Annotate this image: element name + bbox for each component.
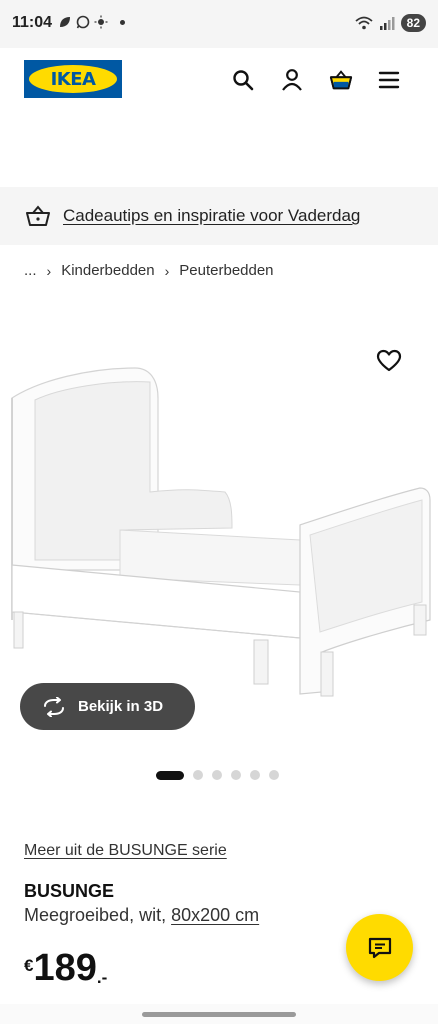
more-notifications-dot — [120, 19, 125, 25]
price-decimals: .- — [96, 968, 108, 987]
home-gesture-bar[interactable] — [142, 1012, 296, 1017]
carousel-dot[interactable] — [269, 770, 279, 780]
product-price: € 189 .- — [24, 948, 107, 988]
status-time: 11:04 — [12, 14, 53, 31]
series-link[interactable]: Meer uit de BUSUNGE serie — [24, 842, 227, 860]
promo-link[interactable]: Cadeautips en inspiratie voor Vaderdag — [63, 206, 360, 226]
site-header: IKEA — [0, 48, 438, 110]
chat-button[interactable] — [346, 914, 413, 981]
cart-icon[interactable] — [329, 68, 353, 92]
menu-icon[interactable] — [377, 68, 401, 92]
breadcrumb-item-peuterbedden[interactable]: Peuterbedden — [179, 262, 273, 279]
view-in-3d-label: Bekijk in 3D — [78, 698, 164, 715]
wifi-icon — [355, 16, 373, 30]
signal-icon — [379, 17, 395, 30]
promo-banner[interactable]: Cadeautips en inspiratie voor Vaderdag — [0, 187, 438, 245]
status-bar: 11:04 82 — [0, 0, 438, 48]
leaf-icon — [60, 17, 70, 27]
chevron-right-icon: › — [46, 262, 52, 279]
account-icon[interactable] — [280, 68, 304, 92]
carousel-dot[interactable] — [250, 770, 260, 780]
product-description-text: Meegroeibed, wit, — [24, 905, 172, 925]
price-amount: 189 — [33, 947, 97, 989]
chat-icon — [368, 937, 391, 958]
carousel-indicator — [156, 770, 279, 780]
product-description: Meegroeibed, wit, 80x200 cm — [24, 905, 259, 926]
product-name: BUSUNGE — [24, 881, 115, 901]
favorite-heart-icon[interactable] — [376, 348, 402, 374]
view-in-3d-button[interactable]: Bekijk in 3D — [20, 683, 195, 730]
search-icon[interactable] — [231, 68, 255, 92]
carousel-dot[interactable] — [212, 770, 222, 780]
carousel-dot[interactable] — [231, 770, 241, 780]
basket-icon — [26, 205, 50, 226]
breadcrumb-ellipsis[interactable]: ... — [24, 262, 37, 279]
carousel-dot-active[interactable] — [156, 770, 184, 780]
rotate-3d-icon — [44, 696, 64, 717]
status-notification-icons — [58, 15, 125, 29]
battery-level: 82 — [400, 14, 426, 32]
chevron-right-icon: › — [164, 262, 170, 279]
product-size-link[interactable]: 80x200 cm — [171, 905, 259, 925]
brightness-icon — [94, 15, 108, 29]
breadcrumb: ... › Kinderbedden › Peuterbedden — [24, 262, 274, 279]
ikea-logo[interactable]: IKEA — [24, 60, 122, 98]
logo-text: IKEA — [50, 68, 96, 90]
carousel-dot[interactable] — [193, 770, 203, 780]
breadcrumb-item-kinderbedden[interactable]: Kinderbedden — [61, 262, 154, 279]
price-currency: € — [24, 956, 34, 975]
whatsapp-icon — [76, 15, 90, 29]
